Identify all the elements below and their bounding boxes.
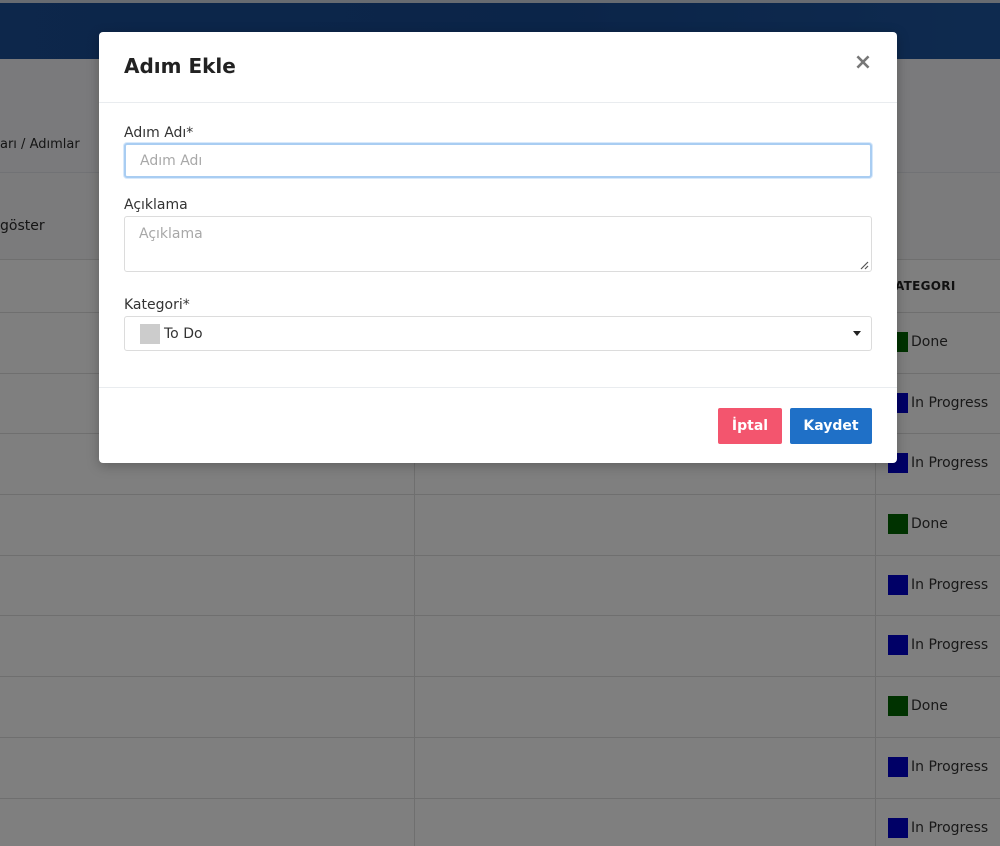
description-label: Açıklama [124, 197, 188, 213]
category-selected-value: To Do [164, 325, 203, 342]
step-name-label: Adım Adı* [124, 125, 194, 141]
chevron-down-icon [853, 331, 861, 336]
add-step-modal: Adım Ekle × Adım Adı* Açıklama Kategori*… [99, 32, 897, 463]
category-label: Kategori* [124, 297, 190, 313]
modal-title: Adım Ekle [124, 54, 236, 78]
save-button[interactable]: Kaydet [790, 408, 872, 444]
category-color-swatch [140, 323, 160, 344]
modal-header: Adım Ekle × [99, 32, 897, 103]
category-select[interactable]: To Do [124, 316, 872, 351]
cancel-button[interactable]: İptal [718, 408, 782, 444]
resize-handle-icon[interactable] [859, 260, 869, 270]
modal-footer: İptal Kaydet [99, 387, 897, 463]
description-textarea[interactable] [124, 216, 872, 272]
close-icon[interactable]: × [853, 52, 873, 74]
step-name-input[interactable] [124, 143, 872, 178]
